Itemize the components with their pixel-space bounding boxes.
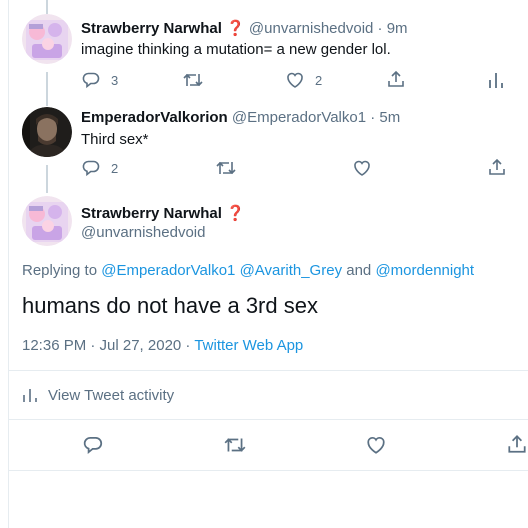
like-icon (354, 160, 370, 176)
share-button[interactable] (386, 69, 406, 89)
share-button[interactable] (487, 157, 507, 177)
reply-icon (82, 72, 100, 89)
source-link[interactable]: Twitter Web App (194, 337, 303, 354)
divider (8, 470, 528, 471)
replying-prefix: Replying to (22, 262, 102, 279)
analytics-button[interactable] (487, 70, 505, 90)
retweet-button[interactable] (182, 70, 204, 90)
like-count: 2 (315, 72, 323, 88)
display-name[interactable]: EmperadorValkorion (81, 109, 228, 126)
retweet-icon (216, 161, 236, 175)
timestamp[interactable]: 12:36 PM · Jul 27, 2020 · (22, 337, 194, 354)
reply-button[interactable]: 2 (81, 158, 118, 178)
view-tweet-activity-link[interactable]: View Tweet activity (22, 386, 174, 404)
tweet-meta: 12:36 PM · Jul 27, 2020 · Twitter Web Ap… (22, 337, 303, 354)
handle-wrap: @unvarnishedvoid (81, 224, 205, 241)
reply-button[interactable]: 3 (81, 70, 118, 90)
tweet-text: Third sex* (81, 131, 149, 148)
view-tweet-activity-label: View Tweet activity (48, 386, 175, 404)
retweet-icon (224, 438, 246, 452)
mention-link[interactable]: @EmperadorValko1 (101, 262, 235, 279)
like-icon (287, 72, 303, 88)
avatar[interactable] (22, 196, 72, 246)
retweet-button[interactable] (215, 158, 237, 178)
like-button[interactable]: 2 (285, 70, 322, 90)
mention-link[interactable]: @mordennight (375, 262, 474, 279)
like-button[interactable] (352, 158, 372, 178)
reply-icon (83, 436, 103, 454)
timeline-border (8, 0, 9, 528)
replying-and: and (342, 262, 376, 279)
divider (8, 370, 528, 371)
reply-button[interactable] (82, 434, 104, 456)
handle[interactable]: @unvarnishedvoid (81, 224, 205, 241)
divider (8, 419, 528, 420)
share-button[interactable] (506, 433, 528, 455)
analytics-icon (23, 389, 37, 402)
thread-line (46, 165, 48, 193)
display-name-wrap: Strawberry Narwhal ❓ (81, 204, 245, 222)
reply-count: 2 (111, 160, 119, 176)
like-icon (367, 437, 385, 454)
avatar[interactable] (22, 107, 72, 157)
display-name[interactable]: Strawberry Narwhal ❓ (81, 205, 245, 222)
main-tweet-text: humans do not have a 3rd sex (22, 293, 318, 318)
tweet-thread: Strawberry Narwhal ❓ @unvarnishedvoid · … (0, 0, 528, 528)
thread-line (46, 0, 48, 14)
thread-line (46, 72, 48, 106)
mention-link[interactable]: @Avarith_Grey (240, 262, 343, 279)
tweet-header: EmperadorValkorion @EmperadorValko1 · 5m (81, 109, 400, 126)
analytics-icon (489, 73, 503, 88)
reply-count: 3 (111, 72, 119, 88)
handle-time[interactable]: @EmperadorValko1 · 5m (232, 109, 400, 126)
handle-time[interactable]: @unvarnishedvoid · 9m (249, 20, 408, 37)
like-button[interactable] (365, 434, 387, 456)
retweet-icon (183, 73, 203, 87)
share-icon (388, 70, 404, 87)
retweet-button[interactable] (223, 434, 247, 456)
share-icon (508, 435, 526, 453)
tweet-header: Strawberry Narwhal ❓ @unvarnishedvoid · … (81, 19, 408, 37)
replying-to: Replying to @EmperadorValko1 @Avarith_Gr… (22, 262, 474, 279)
display-name[interactable]: Strawberry Narwhal ❓ (81, 20, 245, 37)
share-icon (489, 158, 505, 175)
reply-icon (82, 160, 100, 177)
tweet-text: imagine thinking a mutation= a new gende… (81, 41, 391, 58)
avatar[interactable] (22, 14, 72, 64)
